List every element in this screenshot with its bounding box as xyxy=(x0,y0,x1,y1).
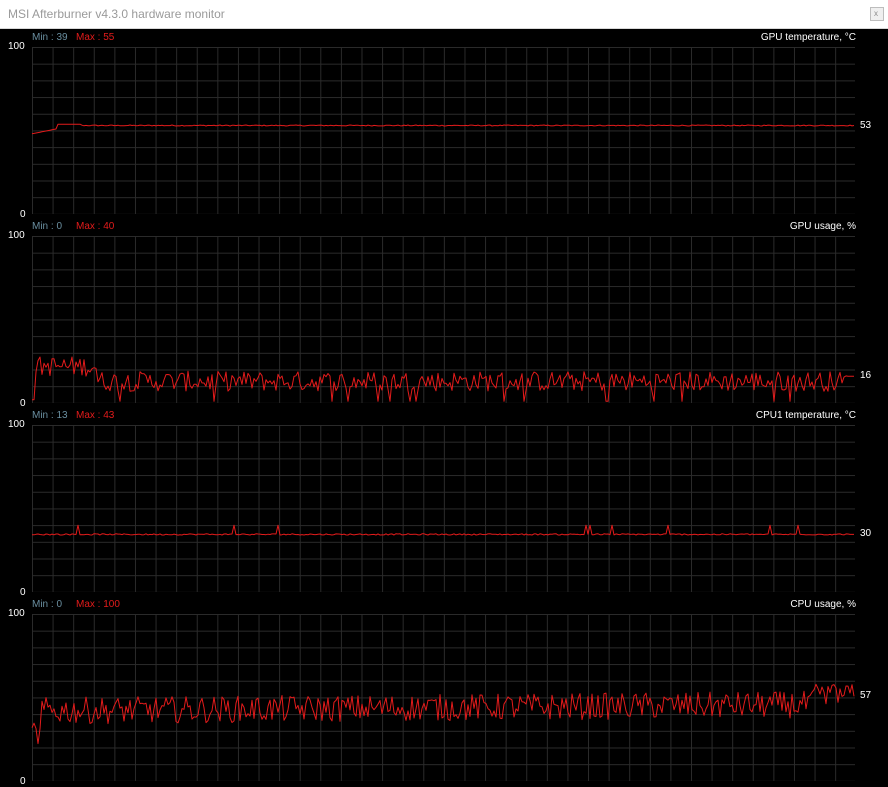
value-line xyxy=(31,123,855,135)
plot-area xyxy=(31,614,855,781)
max-label: Max : 100 xyxy=(76,599,120,610)
max-label: Max : 40 xyxy=(76,221,115,232)
current-value-label: 30 xyxy=(860,528,872,540)
graph-title: CPU usage, % xyxy=(790,599,856,610)
current-value-label: 57 xyxy=(860,690,872,702)
close-icon: x xyxy=(874,9,878,18)
title-bar[interactable]: MSI Afterburner v4.3.0 hardware monitor … xyxy=(0,0,888,29)
graph-panel-gpu-usage[interactable]: Min : 0 Max : 40 GPU usage, % 100 0 16 xyxy=(0,218,888,409)
min-label: Min : 39 xyxy=(32,32,68,43)
y-axis-max-label: 100 xyxy=(8,419,25,430)
graph-svg xyxy=(31,524,854,536)
graph-title: CPU1 temperature, °C xyxy=(755,410,856,421)
window-title: MSI Afterburner v4.3.0 hardware monitor xyxy=(8,7,225,21)
max-label: Max : 43 xyxy=(76,410,115,421)
graph-svg xyxy=(32,356,854,402)
graph-title: GPU usage, % xyxy=(789,221,856,232)
graph-svg xyxy=(31,123,855,135)
min-label: Min : 13 xyxy=(32,410,68,421)
plot-area xyxy=(31,47,855,214)
y-axis-max-label: 100 xyxy=(8,608,25,619)
graph-panel-cpu1-temperature[interactable]: Min : 13 Max : 43 CPU1 temperature, °C 1… xyxy=(0,407,888,598)
value-line xyxy=(31,524,854,536)
value-line xyxy=(31,683,855,745)
plot-area xyxy=(32,236,855,403)
value-line xyxy=(32,356,854,402)
close-button[interactable]: x xyxy=(870,7,884,21)
min-label: Min : 0 xyxy=(32,599,63,610)
plot-area xyxy=(31,425,855,592)
y-axis-max-label: 100 xyxy=(8,41,25,52)
graph-svg xyxy=(31,683,855,745)
graph-title: GPU temperature, °C xyxy=(760,32,856,43)
max-label: Max : 55 xyxy=(76,32,115,43)
y-axis-max-label: 100 xyxy=(8,230,25,241)
min-label: Min : 0 xyxy=(32,221,63,232)
current-value-label: 53 xyxy=(860,119,872,131)
current-value-label: 16 xyxy=(860,370,872,382)
graph-panel-cpu-usage[interactable]: Min : 0 Max : 100 CPU usage, % 100 0 57 xyxy=(0,596,888,787)
y-axis-min-label: 0 xyxy=(20,776,26,787)
graph-panel-gpu-temperature[interactable]: Min : 39 Max : 55 GPU temperature, °C 10… xyxy=(0,29,888,220)
